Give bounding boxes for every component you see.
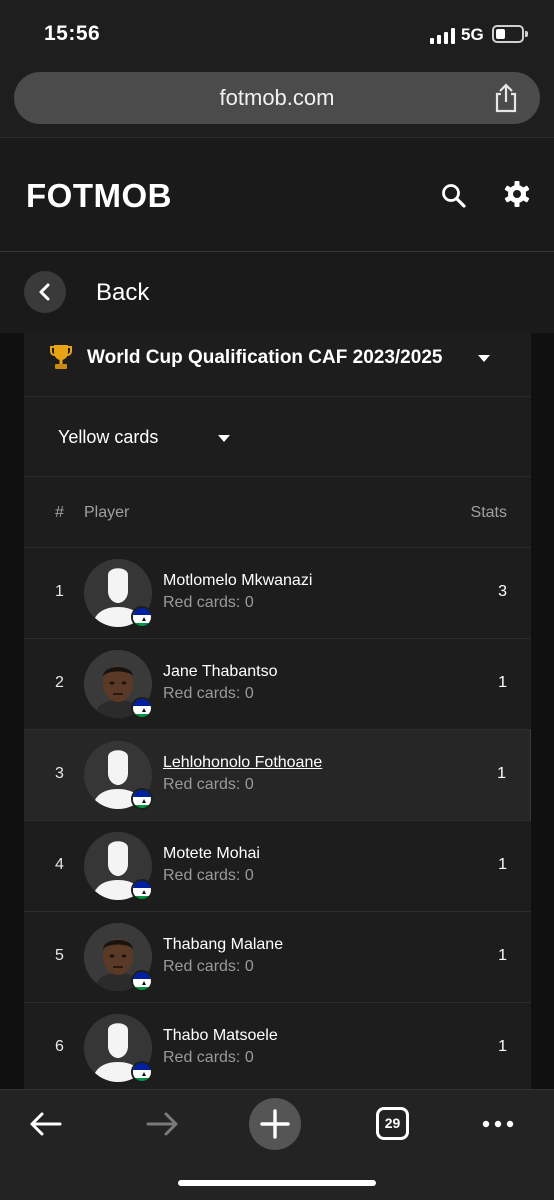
main-content[interactable]: World Cup Qualification CAF 2023/2025 Ye…	[0, 333, 554, 1089]
player-stat: 1	[498, 1038, 507, 1055]
league-selector[interactable]: World Cup Qualification CAF 2023/2025	[24, 333, 531, 397]
player-row[interactable]: 2 Jane Thabantso Red cards: 0 1	[24, 638, 531, 729]
stats-header: Stats	[470, 504, 507, 521]
player-stat: 1	[498, 674, 507, 691]
player-rank: 6	[55, 1038, 64, 1055]
dropdown-arrow-icon	[218, 435, 230, 442]
lesotho-flag-icon	[131, 788, 153, 810]
player-name[interactable]: Motete Mohai	[163, 845, 260, 863]
chevron-left-icon	[39, 283, 50, 301]
player-name[interactable]: Thabo Matsoele	[163, 1027, 278, 1045]
network-label: 5G	[461, 25, 484, 44]
player-rank: 3	[55, 765, 64, 782]
player-row[interactable]: 4 Motete Mohai Red cards: 0 1	[24, 820, 531, 911]
player-red-cards: Red cards: 0	[163, 867, 254, 884]
browser-toolbar: fotmob.com	[0, 64, 554, 138]
address-bar[interactable]: fotmob.com	[14, 72, 540, 124]
battery-icon	[492, 25, 524, 43]
status-bar: 15:56 5G	[0, 0, 554, 64]
new-tab-icon[interactable]	[247, 1096, 303, 1152]
player-red-cards: Red cards: 0	[163, 958, 254, 975]
player-red-cards: Red cards: 0	[163, 1049, 254, 1066]
player-rank: 2	[55, 674, 64, 691]
player-rank: 1	[55, 583, 64, 600]
back-label[interactable]: Back	[96, 279, 149, 307]
player-red-cards: Red cards: 0	[163, 685, 254, 702]
share-icon[interactable]	[492, 83, 520, 113]
lesotho-flag-icon	[131, 1061, 153, 1083]
lesotho-flag-icon	[131, 879, 153, 901]
player-rank: 4	[55, 856, 64, 873]
fotmob-logo[interactable]: FOTMOB	[26, 176, 172, 216]
player-row[interactable]: 3 Lehlohonolo Fothoane Red cards: 0 1	[24, 729, 531, 820]
stats-card: World Cup Qualification CAF 2023/2025 Ye…	[24, 333, 531, 1089]
player-stat: 1	[498, 856, 507, 873]
player-red-cards: Red cards: 0	[163, 776, 254, 793]
player-header: Player	[84, 504, 130, 521]
signal-icon	[430, 28, 456, 44]
player-row[interactable]: 6 Thabo Matsoele Red cards: 0 1	[24, 1002, 531, 1089]
trophy-icon	[50, 345, 72, 369]
player-name[interactable]: Lehlohonolo Fothoane	[163, 754, 322, 772]
player-name[interactable]: Thabang Malane	[163, 936, 283, 954]
lesotho-flag-icon	[131, 606, 153, 628]
player-stat: 1	[498, 947, 507, 964]
app-header: FOTMOB	[0, 138, 554, 252]
lesotho-flag-icon	[131, 970, 153, 992]
gear-icon[interactable]	[502, 179, 532, 209]
player-name[interactable]: Motlomelo Mkwanazi	[163, 572, 312, 590]
stat-type-label: Yellow cards	[58, 427, 159, 447]
player-red-cards: Red cards: 0	[163, 594, 254, 611]
status-time: 15:56	[44, 22, 101, 45]
player-stat: 3	[498, 583, 507, 600]
league-name: World Cup Qualification CAF 2023/2025	[87, 347, 443, 368]
arrow-right-icon[interactable]	[132, 1104, 192, 1144]
tabs-button[interactable]: 29	[376, 1107, 409, 1140]
player-rank: 5	[55, 947, 64, 964]
back-button[interactable]	[24, 271, 66, 313]
dropdown-arrow-icon	[478, 355, 490, 362]
more-icon[interactable]	[468, 1104, 528, 1144]
player-name[interactable]: Jane Thabantso	[163, 663, 277, 681]
search-icon[interactable]	[440, 182, 468, 210]
lesotho-flag-icon	[131, 697, 153, 719]
back-row: Back	[0, 253, 554, 333]
arrow-left-icon[interactable]	[16, 1104, 76, 1144]
rank-header: #	[55, 504, 64, 521]
table-header: # Player Stats	[24, 477, 531, 547]
player-row[interactable]: 1 Motlomelo Mkwanazi Red cards: 0 3	[24, 547, 531, 638]
player-stat: 1	[497, 765, 506, 782]
player-row[interactable]: 5 Thabang Malane Red cards: 0 1	[24, 911, 531, 1002]
home-indicator	[178, 1180, 376, 1186]
url-text[interactable]: fotmob.com	[14, 85, 540, 111]
stat-type-selector[interactable]: Yellow cards	[24, 397, 531, 477]
